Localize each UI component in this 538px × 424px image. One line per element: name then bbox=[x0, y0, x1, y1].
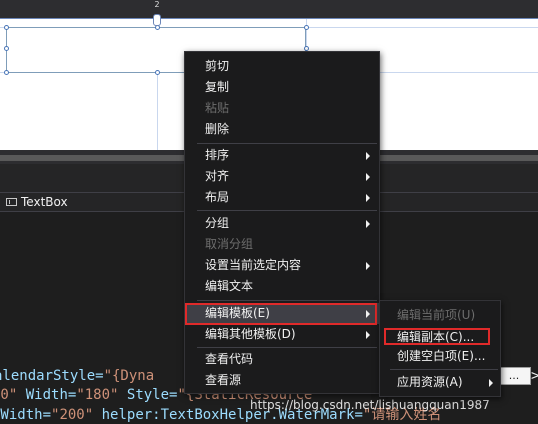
watermark-text: https://blog.csdn.net/lishuangquan1987 bbox=[250, 398, 490, 412]
code-token: "180" bbox=[76, 387, 119, 403]
submenu-item-create-empty[interactable]: 创建空白项(E)... bbox=[380, 346, 500, 367]
menu-item-label: 分组 bbox=[205, 216, 230, 230]
resize-handle-top-right[interactable] bbox=[304, 25, 309, 30]
context-menu: 剪切 复制 粘贴 删除 排序 对齐 布局 分组 取消分组 设置当前选定内容 编辑… bbox=[184, 51, 380, 394]
submenu-edit-template: 编辑当前项(U) 编辑副本(C)... 创建空白项(E)... 应用资源(A) bbox=[379, 300, 501, 397]
code-token: Width= bbox=[0, 407, 52, 423]
menu-separator bbox=[197, 143, 377, 144]
resize-handle-bottom[interactable] bbox=[155, 70, 160, 75]
code-token: "200" bbox=[51, 407, 94, 423]
submenu-arrow-icon bbox=[366, 262, 370, 270]
menu-item-label: 设置当前选定内容 bbox=[205, 258, 302, 272]
highlight-edit-template bbox=[185, 303, 377, 325]
highlight-edit-copy bbox=[384, 328, 490, 345]
ruler-label: 2 bbox=[154, 0, 160, 9]
code-token: Width= bbox=[17, 387, 77, 403]
menu-item-view-source[interactable]: 查看源 bbox=[185, 370, 379, 391]
submenu-arrow-icon bbox=[366, 331, 370, 339]
menu-item-order[interactable]: 排序 bbox=[185, 145, 379, 166]
tab-textbox-label: TextBox bbox=[21, 195, 68, 209]
resize-handle-left[interactable] bbox=[4, 46, 9, 51]
code-token: "{Dyna bbox=[103, 368, 155, 384]
resize-handle-top-left[interactable] bbox=[4, 25, 9, 30]
submenu-arrow-icon bbox=[366, 220, 370, 228]
menu-item-label: 对齐 bbox=[205, 169, 230, 183]
textbox-icon bbox=[6, 198, 17, 206]
menu-item-view-code[interactable]: 查看代码 bbox=[185, 349, 379, 370]
tab-textbox[interactable]: TextBox bbox=[6, 193, 68, 211]
menu-item-ungroup[interactable]: 取消分组 bbox=[185, 234, 379, 255]
resize-handle-bottom-left[interactable] bbox=[4, 70, 9, 75]
submenu-arrow-icon bbox=[489, 379, 493, 387]
menu-item-cut[interactable]: 剪切 bbox=[185, 56, 379, 77]
code-token: 50" bbox=[0, 387, 18, 403]
menu-item-align[interactable]: 对齐 bbox=[185, 166, 379, 187]
top-guide-line bbox=[0, 18, 538, 19]
submenu-arrow-icon bbox=[366, 152, 370, 160]
menu-item-paste[interactable]: 粘贴 bbox=[185, 98, 379, 119]
menu-item-delete[interactable]: 删除 bbox=[185, 119, 379, 140]
rotation-handle[interactable] bbox=[153, 14, 161, 26]
menu-item-group[interactable]: 分组 bbox=[185, 213, 379, 234]
menu-item-layout[interactable]: 布局 bbox=[185, 187, 379, 208]
menu-item-edit-other-templates[interactable]: 编辑其他模板(D) bbox=[185, 324, 379, 345]
code-token: > bbox=[531, 368, 538, 384]
menu-item-label: 编辑其他模板(D) bbox=[205, 327, 296, 341]
menu-item-copy[interactable]: 复制 bbox=[185, 77, 379, 98]
submenu-item-apply-resource[interactable]: 应用资源(A) bbox=[380, 372, 500, 393]
code-token: alendarStyle= bbox=[0, 368, 104, 384]
ruler-strip bbox=[0, 0, 538, 18]
menu-item-set-current-selection[interactable]: 设置当前选定内容 bbox=[185, 255, 379, 276]
menu-item-label: 布局 bbox=[205, 190, 230, 204]
menu-separator bbox=[197, 347, 377, 348]
submenu-arrow-icon bbox=[366, 194, 370, 202]
menu-item-label: 应用资源(A) bbox=[397, 375, 463, 389]
code-line: alendarStyle="{Dyna bbox=[0, 367, 154, 385]
menu-item-label: 排序 bbox=[205, 148, 230, 162]
menu-separator bbox=[197, 300, 377, 301]
submenu-item-edit-current[interactable]: 编辑当前项(U) bbox=[380, 305, 500, 326]
submenu-arrow-icon bbox=[366, 173, 370, 181]
property-ellipsis-button[interactable]: ... bbox=[497, 367, 531, 385]
code-token: Style= bbox=[118, 387, 178, 403]
menu-separator bbox=[390, 369, 498, 370]
menu-separator bbox=[197, 210, 377, 211]
menu-item-edit-text[interactable]: 编辑文本 bbox=[185, 276, 379, 297]
